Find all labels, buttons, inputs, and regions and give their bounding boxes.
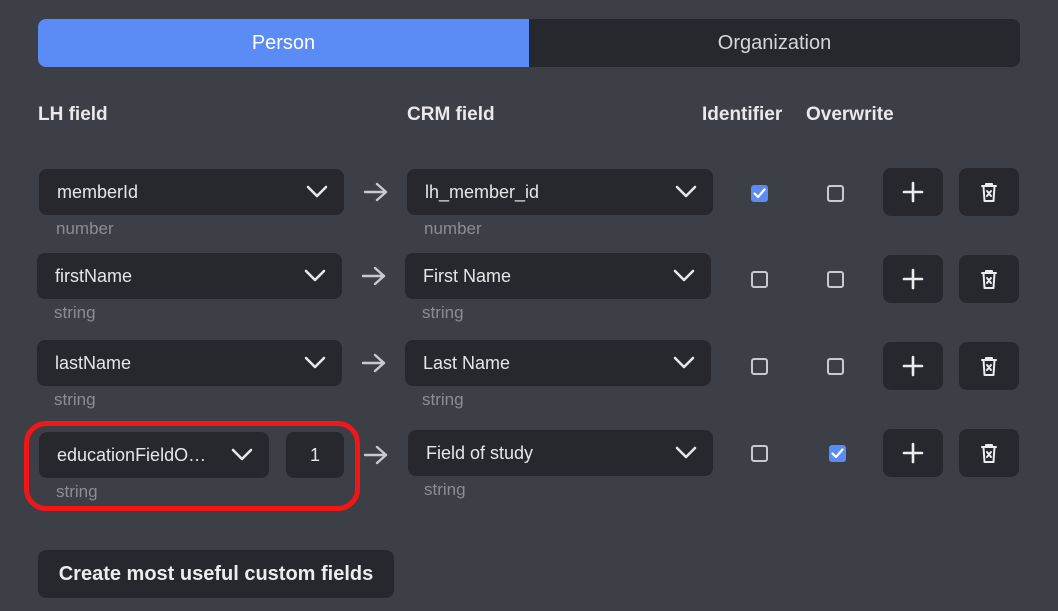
crm-field-value: First Name bbox=[423, 265, 512, 286]
add-row-button[interactable] bbox=[883, 429, 943, 477]
add-row-button[interactable] bbox=[883, 255, 943, 303]
identifier-checkbox[interactable] bbox=[751, 185, 768, 202]
lh-field-value: memberId bbox=[57, 181, 139, 202]
lh-field-type: string bbox=[54, 303, 96, 322]
crm-field-type: string bbox=[422, 390, 464, 409]
delete-row-button[interactable] bbox=[959, 342, 1019, 390]
crm-field-value: Last Name bbox=[423, 352, 511, 373]
lh-field-select[interactable]: lastName bbox=[37, 340, 342, 386]
arrow-right-icon bbox=[363, 445, 388, 465]
chevron-down-icon bbox=[675, 446, 697, 459]
overwrite-checkbox[interactable] bbox=[827, 185, 844, 202]
chevron-down-icon bbox=[306, 185, 328, 198]
overwrite-checkbox[interactable] bbox=[827, 271, 844, 288]
tab-person[interactable]: Person bbox=[38, 19, 529, 67]
crm-field-type: string bbox=[424, 480, 466, 499]
lh-field-type: string bbox=[54, 390, 96, 409]
check-icon bbox=[753, 188, 766, 199]
trash-icon bbox=[981, 357, 997, 376]
chevron-down-icon bbox=[304, 356, 326, 369]
crm-field-type: string bbox=[422, 303, 464, 322]
crm-field-select[interactable]: lh_member_id bbox=[407, 169, 713, 215]
arrow-right-icon bbox=[361, 353, 386, 373]
lh-field-value: lastName bbox=[55, 352, 132, 373]
delete-row-button[interactable] bbox=[959, 255, 1019, 303]
chevron-down-icon bbox=[304, 269, 326, 282]
crm-field-select[interactable]: Last Name bbox=[405, 340, 711, 386]
identifier-checkbox[interactable] bbox=[751, 271, 768, 288]
identifier-checkbox[interactable] bbox=[751, 358, 768, 375]
lh-field-select[interactable]: educationFieldO… bbox=[39, 432, 269, 478]
delete-row-button[interactable] bbox=[959, 168, 1019, 216]
header-overwrite: Overwrite bbox=[806, 104, 894, 125]
chevron-down-icon bbox=[675, 185, 697, 198]
header-identifier: Identifier bbox=[702, 104, 783, 125]
trash-icon bbox=[981, 183, 997, 202]
array-index-input[interactable]: 1 bbox=[286, 432, 344, 478]
lh-field-value: educationFieldO… bbox=[57, 444, 207, 465]
create-custom-fields-button[interactable]: Create most useful custom fields bbox=[38, 550, 394, 598]
check-icon bbox=[831, 448, 844, 459]
identifier-checkbox[interactable] bbox=[751, 445, 768, 462]
lh-field-select[interactable]: firstName bbox=[37, 253, 342, 299]
header-crm-field: CRM field bbox=[407, 104, 495, 125]
lh-field-type: string bbox=[56, 482, 98, 501]
arrow-right-icon bbox=[363, 182, 388, 202]
arrow-right-icon bbox=[361, 266, 386, 286]
crm-field-select[interactable]: Field of study bbox=[408, 430, 713, 476]
tab-organization[interactable]: Organization bbox=[529, 19, 1020, 67]
crm-field-type: number bbox=[424, 219, 482, 238]
entity-tabs: Person Organization bbox=[38, 19, 1020, 67]
crm-field-select[interactable]: First Name bbox=[405, 253, 711, 299]
field-mapping-panel: Person Organization LH field CRM field I… bbox=[0, 0, 1058, 611]
overwrite-checkbox[interactable] bbox=[829, 445, 846, 462]
chevron-down-icon bbox=[231, 448, 253, 461]
plus-icon bbox=[902, 355, 924, 377]
plus-icon bbox=[902, 181, 924, 203]
lh-field-select[interactable]: memberId bbox=[39, 169, 344, 215]
add-row-button[interactable] bbox=[883, 168, 943, 216]
trash-icon bbox=[981, 270, 997, 289]
chevron-down-icon bbox=[673, 269, 695, 282]
chevron-down-icon bbox=[673, 356, 695, 369]
crm-field-value: Field of study bbox=[426, 442, 534, 463]
header-lh-field: LH field bbox=[38, 104, 108, 125]
plus-icon bbox=[902, 442, 924, 464]
crm-field-value: lh_member_id bbox=[425, 181, 540, 202]
delete-row-button[interactable] bbox=[959, 429, 1019, 477]
trash-icon bbox=[981, 444, 997, 463]
lh-field-value: firstName bbox=[55, 265, 133, 286]
lh-field-type: number bbox=[56, 219, 114, 238]
overwrite-checkbox[interactable] bbox=[827, 358, 844, 375]
plus-icon bbox=[902, 268, 924, 290]
add-row-button[interactable] bbox=[883, 342, 943, 390]
